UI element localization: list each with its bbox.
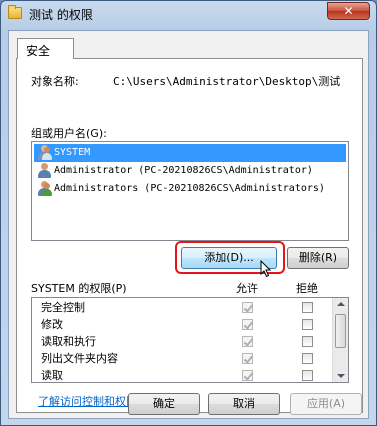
allow-header: 允许 xyxy=(236,282,258,295)
permissions-scrollbar[interactable] xyxy=(332,298,348,382)
permission-name: 读取 xyxy=(41,369,63,382)
deny-checkbox[interactable] xyxy=(302,353,313,364)
object-path: C:\Users\Administrator\Desktop\测试 xyxy=(113,75,341,88)
groups-listbox[interactable]: SYSTEM Administrator (PC-20210826CS\Admi… xyxy=(31,141,349,241)
list-item-label: Administrators (PC-20210826CS\Administra… xyxy=(54,183,325,194)
close-icon: ✕ xyxy=(343,4,354,18)
deny-checkbox[interactable] xyxy=(302,319,313,330)
close-button[interactable]: ✕ xyxy=(327,2,370,20)
list-item-administrator[interactable]: Administrator (PC-20210826CS\Administrat… xyxy=(34,162,346,180)
folder-icon xyxy=(8,5,22,19)
users-group-icon xyxy=(37,145,52,160)
permission-row-modify: 修改 xyxy=(41,317,63,334)
dialog-body: 安全 对象名称: C:\Users\Administrator\Desktop\… xyxy=(8,30,369,419)
permissions-list[interactable]: 完全控制 修改 读取和执行 列出文件夹内容 读取 xyxy=(31,297,349,383)
list-item-label: SYSTEM xyxy=(54,147,91,158)
users-group-icon xyxy=(37,181,52,196)
tab-security-label: 安全 xyxy=(26,44,51,58)
list-item-system[interactable]: SYSTEM xyxy=(34,144,346,162)
ok-button[interactable]: 确定 xyxy=(128,393,200,415)
permission-row-full-control: 完全控制 xyxy=(41,300,85,317)
scroll-thumb[interactable] xyxy=(335,314,346,348)
user-icon xyxy=(37,163,52,178)
permission-name: 读取和执行 xyxy=(41,335,96,348)
scroll-down-icon[interactable] xyxy=(337,374,345,378)
list-item-label: Administrator (PC-20210826CS\Administrat… xyxy=(54,165,313,176)
mouse-pointer-icon xyxy=(260,260,272,278)
permission-name: 完全控制 xyxy=(41,301,85,314)
object-name-label: 对象名称: xyxy=(31,75,79,88)
window-title: 测试 的权限 xyxy=(29,8,93,22)
deny-checkbox[interactable] xyxy=(302,302,313,313)
learn-access-control-link[interactable]: 了解访问控制和权限 xyxy=(38,393,137,409)
permission-row-read-execute: 读取和执行 xyxy=(41,334,96,351)
tab-security[interactable]: 安全 xyxy=(17,38,74,59)
allow-checkbox[interactable] xyxy=(242,319,253,330)
allow-checkbox[interactable] xyxy=(242,370,253,381)
deny-header: 拒绝 xyxy=(296,282,318,295)
allow-checkbox[interactable] xyxy=(242,336,253,347)
apply-button[interactable]: 应用(A) xyxy=(290,393,362,415)
allow-checkbox[interactable] xyxy=(242,353,253,364)
title-bar[interactable]: 测试 的权限 ✕ xyxy=(1,1,376,27)
cancel-button[interactable]: 取消 xyxy=(208,393,280,415)
deny-checkbox[interactable] xyxy=(302,336,313,347)
permissions-dialog: 测试 的权限 ✕ 安全 对象名称: C:\Users\Administrator… xyxy=(0,0,377,426)
security-panel: 对象名称: C:\Users\Administrator\Desktop\测试 … xyxy=(16,58,363,413)
permission-name: 修改 xyxy=(41,318,63,331)
permission-name: 列出文件夹内容 xyxy=(41,352,118,365)
deny-checkbox[interactable] xyxy=(302,370,313,381)
scroll-up-icon[interactable] xyxy=(337,302,345,306)
permission-row-read: 读取 xyxy=(41,368,63,382)
list-item-administrators[interactable]: Administrators (PC-20210826CS\Administra… xyxy=(34,180,346,198)
permission-row-list-folder: 列出文件夹内容 xyxy=(41,351,118,368)
permissions-label: SYSTEM 的权限(P) xyxy=(31,282,127,295)
allow-checkbox[interactable] xyxy=(242,302,253,313)
groups-label: 组或用户名(G): xyxy=(31,127,107,140)
remove-button[interactable]: 删除(R) xyxy=(287,247,349,269)
